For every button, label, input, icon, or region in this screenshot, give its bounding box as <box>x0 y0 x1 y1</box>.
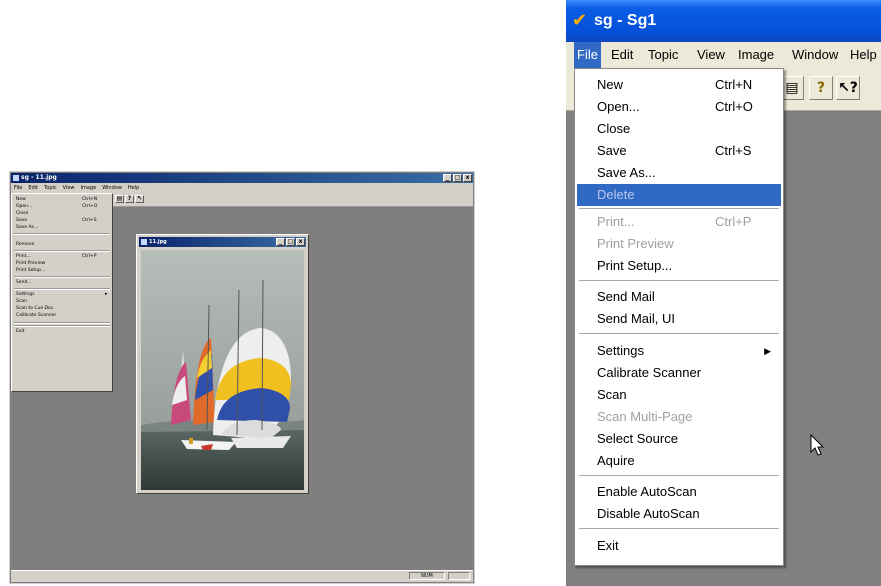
menu-item-remove[interactable]: Remove <box>16 241 34 248</box>
menu-item-send[interactable]: Send... <box>16 279 32 286</box>
menu-separator <box>579 333 779 334</box>
context-help-icon[interactable]: ↖ <box>135 195 144 203</box>
left-window-title: sg - 11.jpg <box>21 174 57 181</box>
menu-item-scan[interactable]: Scan <box>16 298 27 305</box>
child-title-bar[interactable]: 11.jpg _ □ x <box>139 237 306 247</box>
shortcut-open: Ctrl+O <box>82 204 98 209</box>
menu-item-exit[interactable]: Exit <box>575 535 783 557</box>
menu-separator <box>14 250 110 252</box>
menu-item-select-source[interactable]: Select Source <box>575 428 783 450</box>
menu-item-print-preview[interactable]: Print Preview <box>16 260 45 267</box>
menu-item-send-mail-ui[interactable]: Send Mail, UI <box>575 308 783 330</box>
menu-item-print-setup[interactable]: Print Setup... <box>575 255 783 277</box>
menu-help[interactable]: Help <box>128 183 139 193</box>
shortcut-new: Ctrl+N <box>82 197 98 202</box>
menu-separator <box>579 475 779 476</box>
menu-item-close[interactable]: Close <box>16 210 28 217</box>
menu-separator <box>579 208 779 209</box>
child-close-button[interactable]: x <box>296 238 305 246</box>
menu-window[interactable]: Window <box>792 42 838 68</box>
menu-item-settings[interactable]: Settings ▶ <box>575 340 783 362</box>
right-menubar: File Edit Topic View Image Window Help <box>566 42 881 68</box>
menu-item-send-mail[interactable]: Send Mail <box>575 286 783 308</box>
mouse-pointer-icon <box>810 434 825 456</box>
right-title-bar[interactable]: ✔ sg - Sg1 <box>566 0 881 42</box>
menu-item-enable-autoscan[interactable]: Enable AutoScan <box>575 481 783 503</box>
menu-edit[interactable]: Edit <box>28 183 38 193</box>
left-app-window: sg - 11.jpg _ □ x File Edit Topic View I… <box>9 171 475 584</box>
menu-separator <box>14 325 110 327</box>
close-button[interactable]: x <box>463 174 472 182</box>
menu-separator <box>579 528 779 529</box>
help-icon[interactable]: ? <box>125 195 134 203</box>
menu-file[interactable]: File <box>14 183 22 193</box>
menu-file[interactable]: File <box>574 42 601 68</box>
menu-item-save-as[interactable]: Save As... <box>575 162 783 184</box>
right-window-title: sg - Sg1 <box>594 12 657 29</box>
image-child-window: 11.jpg _ □ x <box>136 234 309 494</box>
left-status-bar: NUM <box>11 570 473 582</box>
menu-item-print[interactable]: Print... <box>16 253 31 260</box>
menu-item-save[interactable]: Save Ctrl+S <box>575 140 783 162</box>
menu-item-print-setup[interactable]: Print Setup... <box>16 267 45 274</box>
left-menubar: File Edit Topic View Image Window Help <box>11 183 473 193</box>
menu-item-open[interactable]: Open... Ctrl+O <box>575 96 783 118</box>
minimize-button[interactable]: _ <box>443 174 452 182</box>
menu-item-disable-autoscan[interactable]: Disable AutoScan <box>575 503 783 525</box>
menu-item-aquire[interactable]: Aquire <box>575 450 783 472</box>
child-maximize-button[interactable]: □ <box>286 238 295 246</box>
left-file-menu: New Ctrl+N Open... Ctrl+O Close Save Ctr… <box>11 193 113 392</box>
context-help-icon[interactable]: ↖? <box>836 76 860 100</box>
maximize-button[interactable]: □ <box>453 174 462 182</box>
menu-item-calibrate[interactable]: Calibrate Scanner <box>16 312 56 319</box>
menu-separator <box>14 276 110 278</box>
left-title-bar[interactable]: sg - 11.jpg _ □ x <box>11 173 473 183</box>
menu-item-scan-to-cue[interactable]: Scan to Cue Doc. <box>16 305 55 312</box>
menu-item-scan[interactable]: Scan <box>575 384 783 406</box>
menu-item-close[interactable]: Close <box>575 118 783 140</box>
menu-item-save-as[interactable]: Save As... <box>16 224 38 231</box>
num-lock-indicator: NUM <box>409 572 445 580</box>
print-icon[interactable]: ▤ <box>115 195 124 203</box>
menu-image[interactable]: Image <box>81 183 97 193</box>
menu-view[interactable]: View <box>697 42 725 68</box>
menu-view[interactable]: View <box>63 183 75 193</box>
menu-edit[interactable]: Edit <box>611 42 633 68</box>
app-check-icon: ✔ <box>572 10 588 31</box>
menu-separator <box>579 280 779 281</box>
submenu-arrow-icon: ▸ <box>105 291 108 297</box>
shortcut-print: Ctrl+P <box>82 254 97 259</box>
menu-separator <box>14 322 110 324</box>
menu-image[interactable]: Image <box>738 42 774 68</box>
child-window-title: 11.jpg <box>149 239 167 245</box>
menu-item-new[interactable]: New Ctrl+N <box>575 74 783 96</box>
menu-window[interactable]: Window <box>102 183 122 193</box>
menu-item-print[interactable]: Print... Ctrl+P <box>575 211 783 233</box>
menu-item-scan-multi-page[interactable]: Scan Multi-Page <box>575 406 783 428</box>
menu-item-delete[interactable]: Delete <box>577 184 781 206</box>
shortcut-save: Ctrl+S <box>82 218 97 223</box>
menu-topic[interactable]: Topic <box>44 183 57 193</box>
menu-help[interactable]: Help <box>850 42 877 68</box>
image-icon <box>141 239 147 245</box>
right-file-menu: New Ctrl+N Open... Ctrl+O Close Save Ctrl+S… <box>574 68 784 566</box>
right-app-window: ✔ sg - Sg1 File Edit Topic View Image Wi… <box>566 0 881 586</box>
menu-item-new[interactable]: New <box>16 196 26 203</box>
menu-item-exit[interactable]: Exit <box>16 328 25 335</box>
status-panel <box>448 572 470 580</box>
menu-separator <box>14 288 110 290</box>
menu-separator <box>14 233 110 235</box>
menu-item-open[interactable]: Open... <box>16 203 32 210</box>
child-minimize-button[interactable]: _ <box>276 238 285 246</box>
help-icon[interactable]: ? <box>809 76 833 100</box>
submenu-arrow-icon: ▶ <box>764 346 771 356</box>
menu-item-settings[interactable]: Settings <box>16 291 34 298</box>
menu-item-print-preview[interactable]: Print Preview <box>575 233 783 255</box>
menu-topic[interactable]: Topic <box>648 42 678 68</box>
app-icon <box>13 175 19 181</box>
menu-item-save[interactable]: Save <box>16 217 27 224</box>
menu-item-calibrate-scanner[interactable]: Calibrate Scanner <box>575 362 783 384</box>
sailboat-photo <box>141 250 304 490</box>
